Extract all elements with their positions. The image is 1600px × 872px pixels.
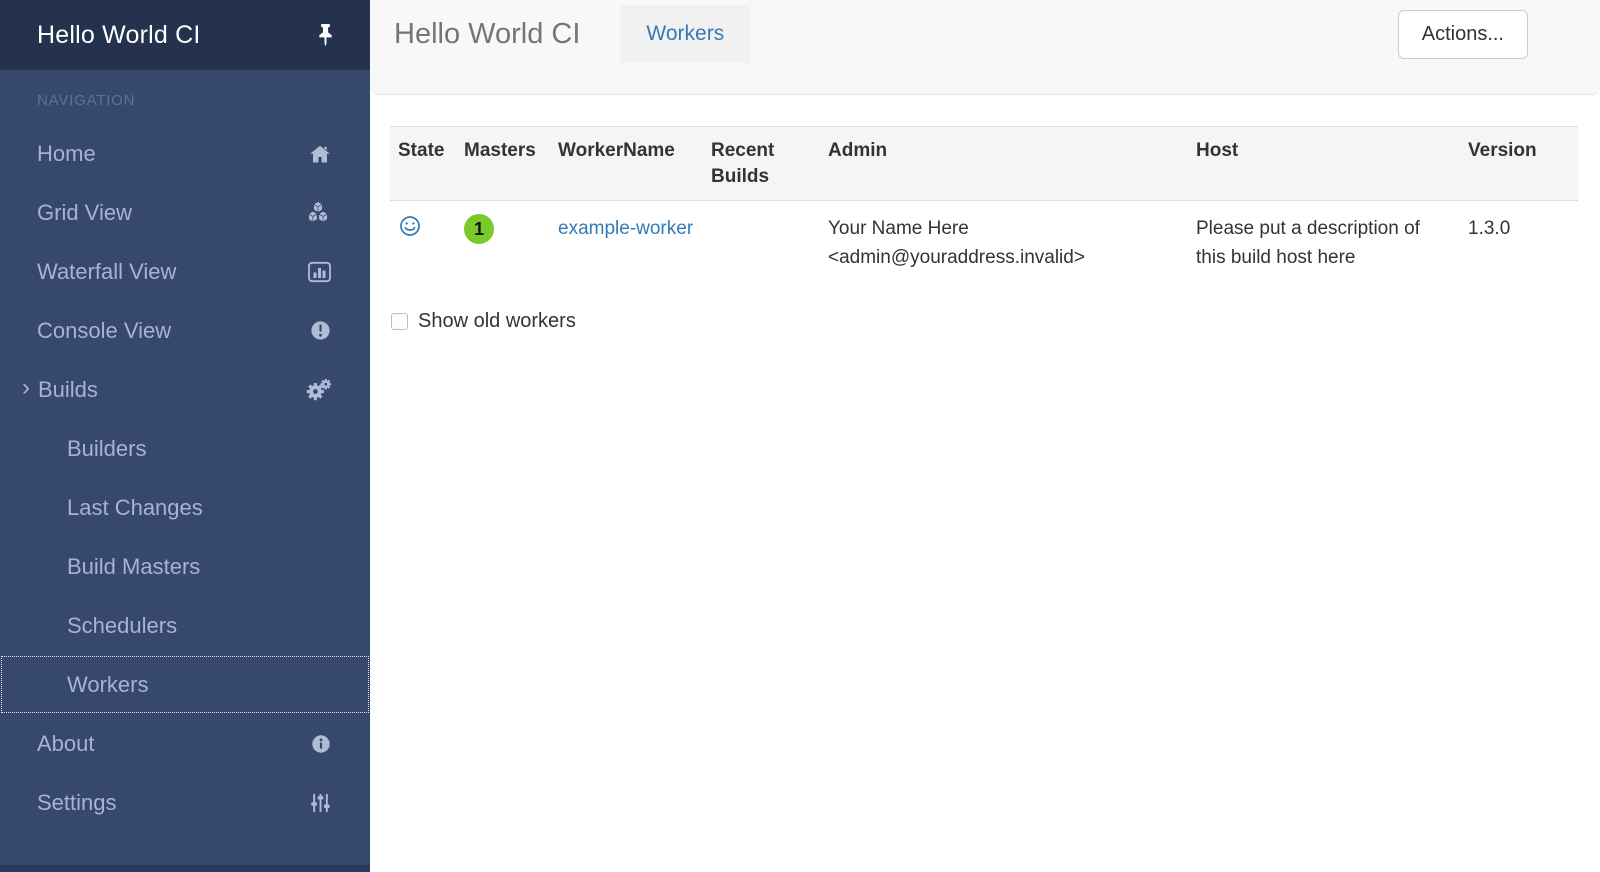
worker-version-cell: 1.3.0: [1460, 201, 1578, 286]
info-circle-icon: [310, 733, 332, 755]
sidebar-item-workers[interactable]: Workers: [0, 655, 370, 714]
col-version: Version: [1460, 127, 1578, 201]
show-old-workers-label: Show old workers: [418, 310, 576, 333]
show-old-workers-checkbox[interactable]: [391, 313, 408, 330]
col-state: State: [390, 127, 456, 201]
sidebar-item-home[interactable]: Home: [0, 124, 370, 183]
sliders-icon: [309, 792, 332, 814]
thumbtack-icon[interactable]: [315, 22, 336, 48]
worker-masters-cell: 1: [456, 201, 550, 286]
sidebar-item-about[interactable]: About: [0, 714, 370, 773]
worker-host-cell: Please put a description of this build h…: [1188, 201, 1460, 286]
smile-icon: [398, 214, 448, 238]
workers-table: State Masters WorkerName Recent Builds A…: [390, 126, 1578, 285]
sidebar-footer: [0, 865, 370, 872]
col-admin: Admin: [820, 127, 1188, 201]
nav-section-label: NAVIGATION: [37, 92, 333, 112]
worker-name-cell: example-worker: [550, 201, 703, 286]
cubes-icon: [304, 201, 332, 224]
show-old-workers-control[interactable]: Show old workers: [391, 310, 1600, 333]
exclamation-circle-icon: [309, 319, 332, 342]
worker-name-link[interactable]: example-worker: [558, 218, 693, 239]
home-icon: [308, 143, 332, 165]
col-host: Host: [1188, 127, 1460, 201]
sidebar: Hello World CI NAVIGATION Home Grid View: [0, 0, 370, 872]
chevron-right-icon: ›: [22, 376, 30, 400]
app-title: Hello World CI: [37, 21, 315, 50]
gears-icon: [305, 378, 332, 402]
main-content: Hello World CI Workers Actions... State …: [370, 0, 1600, 872]
sidebar-header: Hello World CI: [0, 0, 370, 70]
sidebar-item-builds[interactable]: › Builds: [0, 360, 370, 419]
sidebar-item-builders[interactable]: Builders: [0, 419, 370, 478]
sidebar-item-grid-view[interactable]: Grid View: [0, 183, 370, 242]
table-row: 1 example-worker Your Name Here <admin@y…: [390, 201, 1578, 286]
worker-admin-cell: Your Name Here <admin@youraddress.invali…: [820, 201, 1188, 286]
col-worker-name: WorkerName: [550, 127, 703, 201]
table-header-row: State Masters WorkerName Recent Builds A…: [390, 127, 1578, 201]
masters-count-badge: 1: [464, 214, 494, 244]
col-recent-builds: Recent Builds: [703, 127, 820, 201]
sidebar-item-settings[interactable]: Settings: [0, 773, 370, 832]
sidebar-item-last-changes[interactable]: Last Changes: [0, 478, 370, 537]
actions-button[interactable]: Actions...: [1398, 10, 1528, 59]
worker-state-cell: [390, 201, 456, 286]
sidebar-item-build-masters[interactable]: Build Masters: [0, 537, 370, 596]
tab-workers[interactable]: Workers: [620, 5, 750, 63]
sidebar-item-schedulers[interactable]: Schedulers: [0, 596, 370, 655]
sidebar-item-console-view[interactable]: Console View: [0, 301, 370, 360]
sidebar-item-waterfall-view[interactable]: Waterfall View: [0, 242, 370, 301]
bar-chart-icon: [307, 261, 332, 283]
top-navbar: Hello World CI Workers Actions...: [370, 0, 1600, 95]
worker-recent-builds-cell: [703, 201, 820, 286]
page-title: Hello World CI: [394, 18, 580, 51]
col-masters: Masters: [456, 127, 550, 201]
